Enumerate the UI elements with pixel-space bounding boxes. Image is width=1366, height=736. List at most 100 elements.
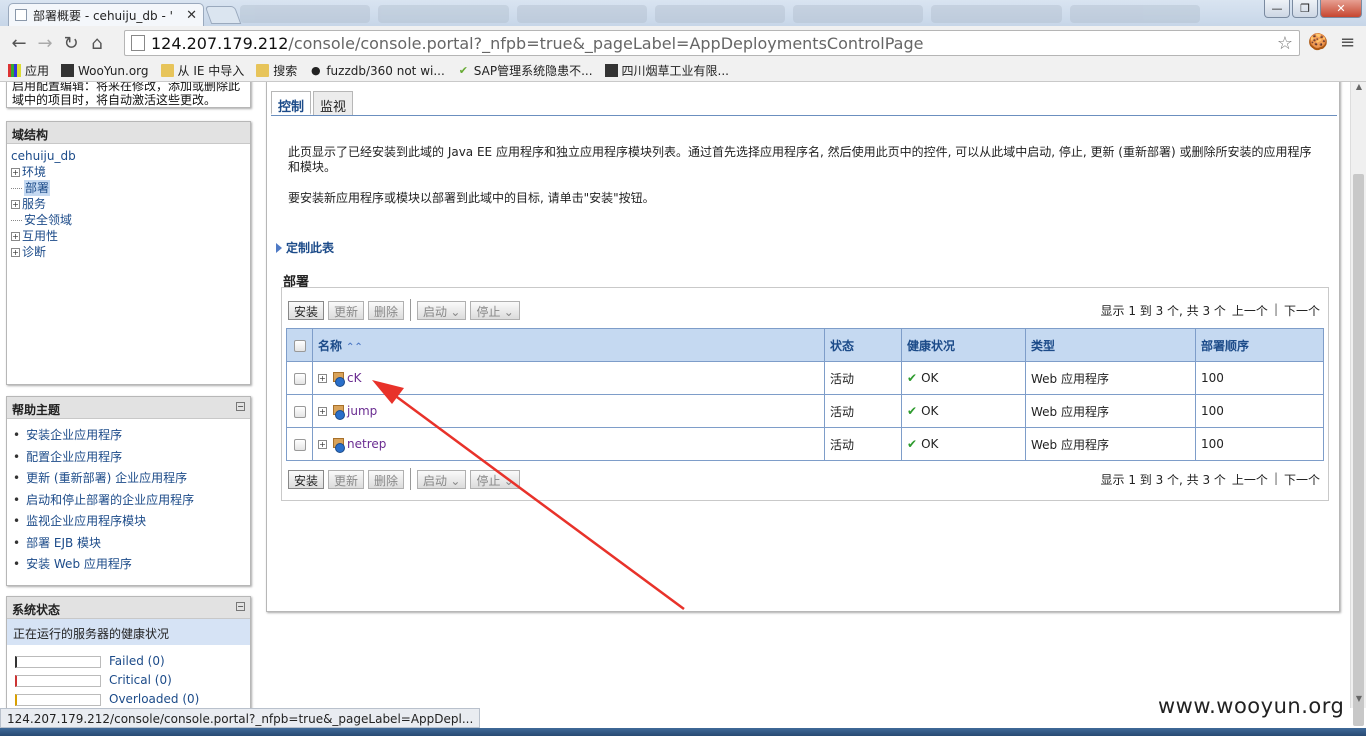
back-arrow-icon[interactable]: ← xyxy=(6,30,32,56)
install-button[interactable]: 安装 xyxy=(288,300,325,320)
collapse-icon[interactable]: − xyxy=(236,402,245,411)
tree-item-security-realms[interactable]: 安全领域 xyxy=(11,212,246,228)
bookmark-sichuan[interactable]: 四川烟草工业有限... xyxy=(604,62,729,79)
stop-dropdown-button[interactable]: 停止 ⌄ xyxy=(470,300,520,320)
delete-button[interactable]: 删除 xyxy=(368,300,405,320)
content-tabs: 控制 监视 xyxy=(271,91,354,115)
cookie-extension-icon[interactable]: 🍪 xyxy=(1308,32,1328,51)
table-row: + jump 活动 ✔ OK Web 应用程序 100 xyxy=(286,394,1324,428)
customize-table-link[interactable]: 定制此表 xyxy=(276,239,334,256)
reload-icon[interactable]: ↻ xyxy=(58,30,84,56)
header-name[interactable]: 名称 ⌃⌃ xyxy=(312,328,825,362)
expand-icon[interactable]: + xyxy=(11,231,20,241)
expand-icon[interactable]: + xyxy=(11,199,20,209)
health-cell: ✔ OK xyxy=(901,427,1026,461)
state-cell: 活动 xyxy=(824,361,902,395)
update-button[interactable]: 更新 xyxy=(328,300,365,320)
tree-root-link[interactable]: cehuiju_db xyxy=(11,148,76,164)
delete-button-bottom[interactable]: 删除 xyxy=(368,469,405,489)
app-name-link[interactable]: cK xyxy=(347,371,361,385)
address-bar[interactable]: 124.207.179.212/console/console.portal?_… xyxy=(124,30,1300,56)
tab-monitoring[interactable]: 监视 xyxy=(313,91,354,115)
url-path: /console/console.portal?_nfpb=true&_page… xyxy=(288,33,924,53)
help-item: 部署 EJB 模块 xyxy=(13,533,244,555)
sort-ascending-icon: ⌃⌃ xyxy=(346,341,363,353)
console-page: 启用配置编辑：将来在修改，添加或删除此域中的项目时，将自动激活这些更改。 域结构… xyxy=(0,82,1350,708)
expand-icon[interactable]: + xyxy=(318,440,327,449)
system-status-subtitle: 正在运行的服务器的健康状况 xyxy=(7,619,250,645)
expand-icon[interactable]: + xyxy=(318,407,327,416)
pager-next[interactable]: 下一个 xyxy=(1284,471,1320,488)
select-all-header xyxy=(286,328,313,362)
header-type[interactable]: 类型 xyxy=(1025,328,1196,362)
system-status-panel: 系统状态 − 正在运行的服务器的健康状况 Failed (0) Critical … xyxy=(6,596,251,708)
scroll-down-icon[interactable]: ▼ xyxy=(1351,694,1366,708)
header-health[interactable]: 健康状况 xyxy=(901,328,1026,362)
stop-dropdown-button-bottom[interactable]: 停止 ⌄ xyxy=(470,469,520,489)
minimize-button[interactable]: — xyxy=(1264,0,1290,18)
collapse-icon[interactable]: − xyxy=(236,602,245,611)
start-dropdown-button[interactable]: 启动 ⌄ xyxy=(417,300,467,320)
app-name-link[interactable]: netrep xyxy=(347,437,386,451)
new-tab-button[interactable] xyxy=(204,6,242,24)
type-cell: Web 应用程序 xyxy=(1025,427,1196,461)
pager-separator: | xyxy=(1273,302,1278,316)
install-button-bottom[interactable]: 安装 xyxy=(288,469,325,489)
row-checkbox[interactable] xyxy=(293,405,306,418)
app-name-cell: + cK xyxy=(312,361,825,395)
bookmark-wooyun[interactable]: WooYun.org xyxy=(61,64,149,78)
expand-icon[interactable]: + xyxy=(318,374,327,383)
bookmark-sap[interactable]: ✔ SAP管理系统隐患不... xyxy=(457,62,593,79)
tree-item-services[interactable]: + 服务 xyxy=(11,196,246,212)
tab-control[interactable]: 控制 xyxy=(271,91,312,115)
star-icon[interactable]: ☆ xyxy=(1277,33,1293,54)
expand-icon[interactable]: + xyxy=(11,247,20,257)
tree-item-environment[interactable]: + 环境 xyxy=(11,164,246,180)
page-scrollbar[interactable]: ▲ ▼ xyxy=(1350,82,1366,726)
browser-tab-active[interactable]: 部署概要 - cehuiju_db - ' ✕ xyxy=(8,3,204,26)
order-cell: 100 xyxy=(1195,427,1324,461)
bookmark-ie-import[interactable]: 从 IE 中导入 xyxy=(160,62,244,79)
bookmark-search[interactable]: 搜索 xyxy=(256,62,297,79)
watermark: www.wooyun.org xyxy=(1158,694,1345,718)
table-header-row: 名称 ⌃⌃ 状态 健康状况 类型 部署顺序 xyxy=(286,328,1324,362)
expand-icon[interactable]: + xyxy=(11,167,20,177)
window-close-button[interactable]: ✕ xyxy=(1320,0,1362,18)
tree-item-diagnostics[interactable]: + 诊断 xyxy=(11,244,246,260)
help-topics-panel: 帮助主题− 安装企业应用程序 配置企业应用程序 更新 (重新部署) 企业应用程序… xyxy=(6,396,251,586)
pager-next[interactable]: 下一个 xyxy=(1284,302,1320,319)
os-taskbar xyxy=(0,728,1366,736)
page-icon xyxy=(131,35,145,51)
help-item: 更新 (重新部署) 企业应用程序 xyxy=(13,468,244,490)
tree-item-deployments[interactable]: 部署 xyxy=(11,180,246,196)
scroll-up-icon[interactable]: ▲ xyxy=(1351,82,1366,96)
tree-item-interoperability[interactable]: + 互用性 xyxy=(11,228,246,244)
start-dropdown-button-bottom[interactable]: 启动 ⌄ xyxy=(417,469,467,489)
browser-titlebar: 部署概要 - cehuiju_db - ' ✕ — ❐ ✕ xyxy=(0,0,1366,26)
row-checkbox[interactable] xyxy=(293,438,306,451)
header-state[interactable]: 状态 xyxy=(824,328,902,362)
scroll-thumb[interactable] xyxy=(1353,174,1364,726)
install-instruction: 要安装新应用程序或模块以部署到此域中的目标, 请单击"安装"按钮。 xyxy=(288,191,655,205)
update-button-bottom[interactable]: 更新 xyxy=(328,469,365,489)
bookmark-fuzzdb[interactable]: ● fuzzdb/360 not wi... xyxy=(309,64,445,78)
health-row-failed: Failed (0) xyxy=(15,652,242,671)
header-deploy-order[interactable]: 部署顺序 xyxy=(1195,328,1324,362)
button-separator xyxy=(410,468,412,490)
select-all-checkbox[interactable] xyxy=(293,339,306,352)
pager-summary: 显示 1 到 3 个, 共 3 个 xyxy=(1100,473,1226,487)
close-icon[interactable]: ✕ xyxy=(186,8,197,23)
health-bar xyxy=(15,674,101,687)
maximize-button[interactable]: ❐ xyxy=(1292,0,1318,18)
bookmark-apps[interactable]: 应用 xyxy=(8,62,49,79)
help-topics-title: 帮助主题 − xyxy=(7,397,250,419)
top-pager: 显示 1 到 3 个, 共 3 个 上一个 | 下一个 xyxy=(1101,302,1321,319)
row-checkbox[interactable] xyxy=(293,372,306,385)
browser-toolbar: ← → ↻ ⌂ 124.207.179.212/console/console.… xyxy=(0,26,1366,60)
pager-prev[interactable]: 上一个 xyxy=(1232,302,1268,319)
app-name-link[interactable]: jump xyxy=(347,404,377,418)
home-icon[interactable]: ⌂ xyxy=(84,30,110,56)
menu-icon[interactable]: ≡ xyxy=(1340,32,1355,53)
pager-prev[interactable]: 上一个 xyxy=(1232,471,1268,488)
forward-arrow-icon[interactable]: → xyxy=(32,30,58,56)
